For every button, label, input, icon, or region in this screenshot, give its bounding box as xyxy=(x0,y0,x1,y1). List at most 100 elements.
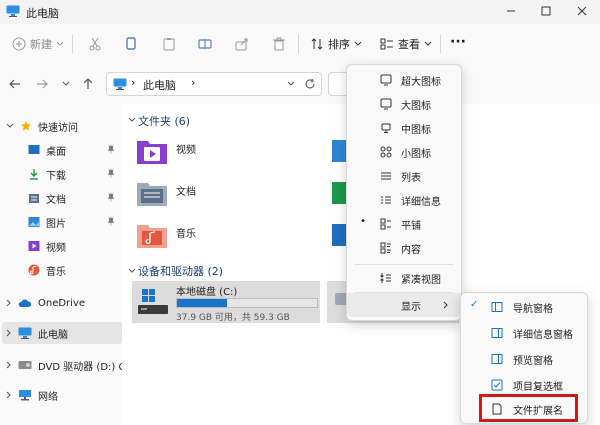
folder-item[interactable]: 视频 xyxy=(136,136,236,170)
list-icon xyxy=(380,170,392,182)
desktop-icon xyxy=(28,144,40,156)
folder-item[interactable]: 音乐 xyxy=(136,220,236,254)
menu-item-details[interactable]: 详细信息 xyxy=(347,188,461,212)
breadcrumb-this-pc[interactable]: 此电脑 xyxy=(143,77,176,93)
chevron-down-icon xyxy=(354,41,362,47)
menu-item-label: 列表 xyxy=(401,173,421,184)
compact-icon xyxy=(380,272,392,284)
folders-group-header[interactable]: 文件夹 (6) xyxy=(138,113,190,129)
address-field[interactable]: › 此电脑 › xyxy=(106,72,322,96)
folder-item[interactable]: 文档 xyxy=(136,178,236,212)
menu-item-list[interactable]: 列表 xyxy=(347,164,461,188)
forward-arrow-icon[interactable] xyxy=(36,78,48,90)
menu-item-compact-view[interactable]: 紧凑视图 xyxy=(347,266,461,290)
sidebar-item-label: 桌面 xyxy=(46,146,66,158)
network-icon xyxy=(18,389,32,401)
sort-button[interactable]: 排序 xyxy=(310,36,362,52)
plus-circle-icon xyxy=(12,37,26,51)
menu-item-tiles[interactable]: • 平铺 xyxy=(347,212,461,236)
sidebar-item-onedrive[interactable]: OneDrive xyxy=(6,292,85,314)
sidebar-item-network[interactable]: 网络 xyxy=(6,384,58,406)
pin-icon[interactable] xyxy=(107,169,115,178)
menu-item-label: 大图标 xyxy=(401,101,431,112)
document-icon xyxy=(28,192,40,204)
pin-icon[interactable] xyxy=(107,217,115,226)
view-button[interactable]: 查看 xyxy=(380,36,432,52)
menu-item-medium-icons[interactable]: 中图标 xyxy=(347,116,461,140)
sidebar-item-videos[interactable]: 视频 xyxy=(28,235,66,257)
grid-icon xyxy=(380,146,392,158)
preview-pane-icon xyxy=(491,353,503,365)
sidebar-item-pictures[interactable]: 图片 xyxy=(28,211,66,233)
sidebar-item-quick-access[interactable]: 快速访问 xyxy=(6,115,78,137)
menu-item-label: 中图标 xyxy=(401,125,431,136)
drive-name: 本地磁盘 (C:) xyxy=(176,287,238,298)
sidebar-item-dvd-drive[interactable]: DVD 驱动器 (D:) CI xyxy=(6,354,128,376)
copy-icon[interactable] xyxy=(124,37,138,51)
menu-item-label: 详细信息窗格 xyxy=(513,330,573,341)
desktop-folder-icon[interactable] xyxy=(332,220,346,248)
close-button[interactable] xyxy=(575,4,589,18)
dvd-drive-icon xyxy=(18,360,32,370)
cloud-icon xyxy=(18,298,32,308)
download-folder-icon[interactable] xyxy=(332,178,346,206)
sidebar-item-desktop[interactable]: 桌面 xyxy=(28,139,66,161)
view-icon xyxy=(380,37,394,51)
chevron-right-icon xyxy=(6,299,12,307)
menu-item-label: 显示 xyxy=(401,302,421,313)
document-folder-icon xyxy=(136,178,168,208)
menu-item-large-icons[interactable]: 大图标 xyxy=(347,92,461,116)
drive-free-space: 37.9 GB 可用，共 59.3 GB xyxy=(176,313,290,323)
sidebar-item-downloads[interactable]: 下载 xyxy=(28,163,66,185)
more-options-button[interactable]: ··· xyxy=(450,34,466,50)
menu-item-label: 超大图标 xyxy=(401,77,441,88)
address-dropdown-icon[interactable] xyxy=(287,81,295,87)
sidebar-item-label: 快速访问 xyxy=(38,122,78,134)
download-icon xyxy=(28,168,40,180)
music-icon xyxy=(28,264,40,276)
this-pc-icon xyxy=(6,5,20,17)
chevron-down-icon[interactable] xyxy=(128,268,136,274)
sidebar-item-music[interactable]: 音乐 xyxy=(28,259,66,281)
menu-item-label: 详细信息 xyxy=(401,197,441,208)
sidebar-item-this-pc[interactable]: 此电脑 xyxy=(2,322,122,344)
menu-item-content[interactable]: 内容 xyxy=(347,236,461,260)
minimize-button[interactable] xyxy=(504,4,518,18)
maximize-button[interactable] xyxy=(539,4,553,18)
menu-item-label: 项目复选框 xyxy=(513,382,563,393)
pin-icon[interactable] xyxy=(107,145,115,154)
rename-icon[interactable] xyxy=(198,37,212,51)
view-label: 查看 xyxy=(398,38,420,51)
new-button[interactable]: 新建 xyxy=(12,36,64,52)
command-bar: 新建 排序 查看 ··· xyxy=(0,24,600,65)
menu-item-preview-pane[interactable]: 预览窗格 xyxy=(461,347,587,371)
chevron-down-icon[interactable] xyxy=(128,117,136,123)
pin-icon[interactable] xyxy=(107,193,115,202)
up-arrow-icon[interactable] xyxy=(82,78,94,90)
highlight-box xyxy=(479,394,578,422)
sidebar-item-documents[interactable]: 文档 xyxy=(28,187,66,209)
delete-icon[interactable] xyxy=(272,37,286,51)
paste-icon[interactable] xyxy=(162,37,176,51)
devices-group-header[interactable]: 设备和驱动器 (2) xyxy=(138,263,223,279)
refresh-icon[interactable] xyxy=(304,78,316,90)
share-icon[interactable] xyxy=(235,37,249,51)
folder-name: 视频 xyxy=(176,145,196,156)
menu-item-label: 内容 xyxy=(401,245,421,256)
menu-item-show[interactable]: 显示 xyxy=(347,293,461,317)
recent-chevron-icon[interactable] xyxy=(62,81,70,87)
folder-name: 文档 xyxy=(176,187,196,198)
menu-item-small-icons[interactable]: 小图标 xyxy=(347,140,461,164)
menu-item-details-pane[interactable]: 详细信息窗格 xyxy=(461,321,587,345)
menu-item-label: 预览窗格 xyxy=(513,356,553,367)
cut-icon[interactable] xyxy=(88,37,102,51)
selected-bullet: • xyxy=(360,216,366,227)
menu-item-extra-large-icons[interactable]: 超大图标 xyxy=(347,68,461,92)
back-arrow-icon[interactable] xyxy=(9,78,21,90)
navigation-pane: 快速访问 桌面 下载 文档 图片 视频 音乐 OneDrive 此电脑 DVD … xyxy=(0,104,128,425)
menu-item-navigation-pane[interactable]: ✓ 导航窗格 xyxy=(461,295,587,319)
toolbar-divider xyxy=(72,34,73,54)
picture-folder-icon[interactable] xyxy=(332,136,346,164)
drive-item-c[interactable]: 本地磁盘 (C:) 37.9 GB 可用，共 59.3 GB xyxy=(132,281,320,323)
menu-item-label: 小图标 xyxy=(401,149,431,160)
